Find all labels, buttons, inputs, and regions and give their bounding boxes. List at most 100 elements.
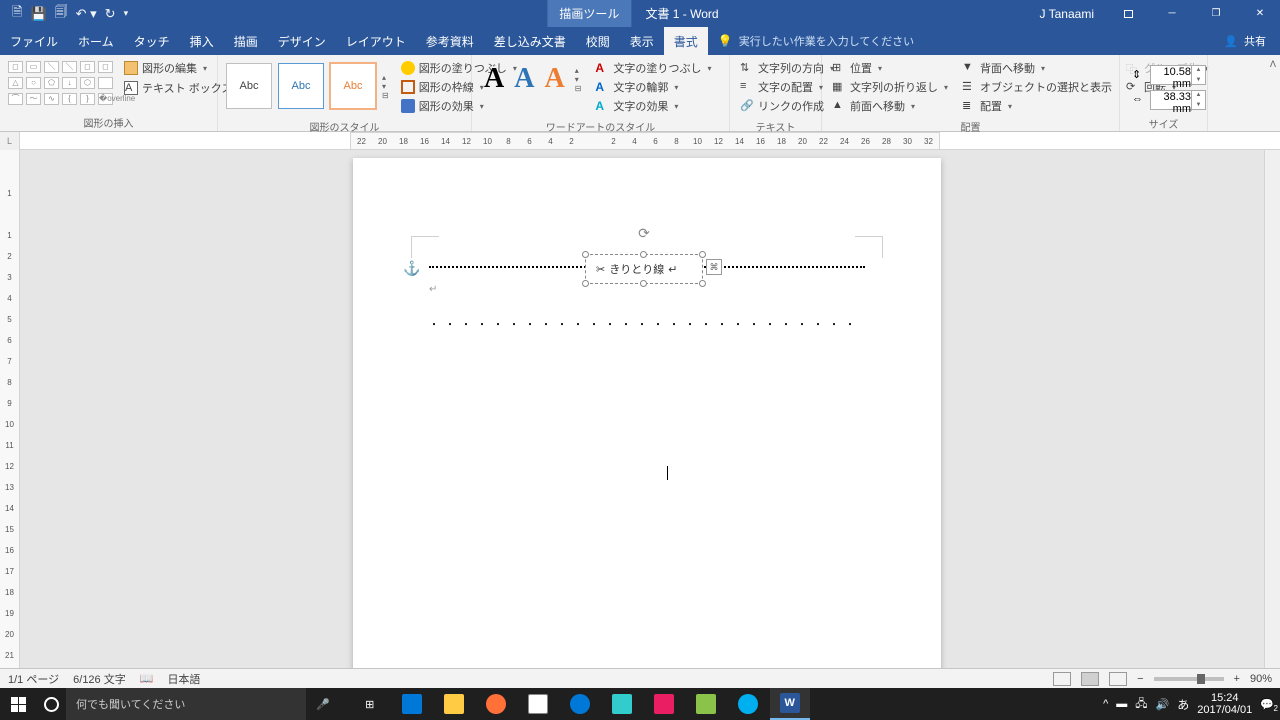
tab-mailings[interactable]: 差し込み文書 [484,27,576,55]
rotate-handle-icon[interactable]: ⟳ [638,225,650,242]
style-preset-3[interactable]: Abc [330,63,376,109]
align-button[interactable]: ≣配置▾ [958,97,1116,115]
shape-style-gallery[interactable]: Abc Abc Abc ▴▾⊟ [224,59,391,113]
word-icon[interactable]: W [770,688,810,720]
style-preset-1[interactable]: Abc [226,63,272,109]
print-layout-button[interactable] [1081,672,1099,686]
width-down[interactable]: ▼ [1192,101,1205,111]
height-down[interactable]: ▼ [1192,76,1205,86]
mic-icon[interactable]: 🎤 [316,698,330,711]
resize-handle[interactable] [640,251,647,258]
selected-textbox[interactable]: ⟳ ✂ きりとり線↵ ⌘ [585,254,703,284]
undo-icon[interactable]: ↶ ▾ [76,6,97,22]
tab-selector[interactable]: L [0,132,20,150]
app-icon[interactable] [686,688,726,720]
proofing-icon[interactable]: 📖 [140,672,154,685]
vertical-scrollbar[interactable] [1264,150,1280,668]
wrap-text-button[interactable]: ▦文字列の折り返し▾ [828,78,952,96]
print-preview-icon[interactable]: 🗐 [55,3,68,25]
store-icon[interactable] [518,688,558,720]
page-count[interactable]: 1/1 ページ [8,671,59,687]
edge-icon[interactable] [560,688,600,720]
volume-icon[interactable]: 🔊 [1156,698,1170,711]
language-status[interactable]: 日本語 [167,671,200,687]
resize-handle[interactable] [640,280,647,287]
tab-format[interactable]: 書式 [664,27,708,55]
minimize-button[interactable]: ─ [1152,0,1192,27]
collapse-ribbon-icon[interactable]: ᐱ [1270,59,1276,129]
share-button[interactable]: 👤 共有 [1210,27,1280,55]
shape-height-field[interactable]: ⇕ 10.58 mm▲▼ [1132,65,1206,85]
position-button[interactable]: ⊞位置▾ [828,59,952,77]
close-button[interactable]: ✕ [1240,0,1280,27]
tab-layout[interactable]: レイアウト [336,27,416,55]
shapes-gallery[interactable]: ◻▭＼＼◻◻ △○⬠↓⬡ ⌒〜∿{}�overline [6,59,116,109]
wordart-preset-1[interactable]: A [484,63,504,95]
text-fill-button[interactable]: A文字の塗りつぶし▾ [591,59,715,77]
send-backward-button[interactable]: ▼背面へ移動▾ [958,59,1116,77]
tab-review[interactable]: 校閲 [576,27,620,55]
wordart-preset-2[interactable]: A [514,63,534,95]
tab-file[interactable]: ファイル [0,27,68,55]
taskbar-search[interactable]: 何でも聞いてください [66,688,306,720]
notifications-icon[interactable]: 💬2 [1260,698,1274,711]
zoom-out-button[interactable]: − [1137,673,1143,685]
tray-chevron-icon[interactable]: ^ [1103,698,1108,710]
app-icon[interactable] [644,688,684,720]
network-icon[interactable]: 🖧 [1135,695,1147,714]
resize-handle[interactable] [699,251,706,258]
zoom-in-button[interactable]: + [1234,673,1240,685]
web-layout-button[interactable] [1109,672,1127,686]
word-count[interactable]: 6/126 文字 [73,671,126,687]
task-view-icon[interactable]: ⊞ [350,688,390,720]
height-up[interactable]: ▲ [1192,66,1205,76]
layout-options-icon[interactable]: ⌘ [706,259,722,275]
taskbar-clock[interactable]: 15:24 2017/04/01 [1197,692,1252,716]
tab-design[interactable]: デザイン [268,27,336,55]
app-icon[interactable] [602,688,642,720]
read-mode-button[interactable] [1053,672,1071,686]
gallery-more-icon[interactable]: ▴▾⊟ [575,66,582,93]
horizontal-ruler[interactable]: 2220181614121086422468101214161820222426… [350,132,940,150]
shape-width-field[interactable]: ⇔ 38.33 mm▲▼ [1132,90,1206,110]
tell-me-search[interactable]: 💡 実行したい作業を入力してください [708,27,924,55]
tab-view[interactable]: 表示 [620,27,664,55]
wordart-gallery[interactable]: A A A ▴▾⊟ [478,59,587,99]
firefox-icon[interactable] [476,688,516,720]
maximize-button[interactable]: ❐ [1196,0,1236,27]
tab-references[interactable]: 参考資料 [416,27,484,55]
app-icon[interactable] [392,688,432,720]
document-canvas[interactable]: ⚓ ⟳ ✂ きりとり線↵ ⌘ ↵ ・・・・・・・・・・・・・・・・・・・・・・・… [20,150,1280,688]
ribbon-options-icon[interactable] [1108,0,1148,27]
zoom-level[interactable]: 90% [1250,673,1272,685]
text-outline-button[interactable]: A文字の輪郭▾ [591,78,715,96]
textbox-content: ✂ きりとり線↵ [596,261,677,277]
skype-icon[interactable] [728,688,768,720]
bring-forward-button[interactable]: ▲前面へ移動▾ [828,97,952,115]
zoom-slider[interactable] [1154,677,1224,681]
redo-icon[interactable]: ↻ [105,6,116,22]
width-up[interactable]: ▲ [1192,91,1205,101]
tab-touch[interactable]: タッチ [124,27,180,55]
tab-home[interactable]: ホーム [68,27,124,55]
gallery-more-icon[interactable]: ▴▾⊟ [382,73,389,100]
tab-draw[interactable]: 描画 [224,27,268,55]
save-all-icon[interactable]: 💾 [30,6,46,22]
resize-handle[interactable] [699,280,706,287]
battery-icon[interactable]: ▬ [1116,698,1127,710]
explorer-icon[interactable] [434,688,474,720]
wordart-preset-3[interactable]: A [544,63,564,95]
tab-insert[interactable]: 挿入 [180,27,224,55]
qat-customize-icon[interactable]: ▾ [124,8,129,19]
start-button[interactable] [0,688,36,720]
save-icon[interactable]: 🗎 [12,3,22,25]
style-preset-2[interactable]: Abc [278,63,324,109]
user-name[interactable]: J Tanaami [1030,7,1104,21]
vertical-ruler[interactable]: 112345678910111213141516171819202122 [0,150,20,688]
cortana-icon[interactable] [36,688,66,720]
resize-handle[interactable] [582,251,589,258]
ime-indicator[interactable]: あ [1177,696,1189,713]
resize-handle[interactable] [582,280,589,287]
selection-pane-button[interactable]: ☰オブジェクトの選択と表示 [958,78,1116,96]
text-effects-button[interactable]: A文字の効果▾ [591,97,715,115]
